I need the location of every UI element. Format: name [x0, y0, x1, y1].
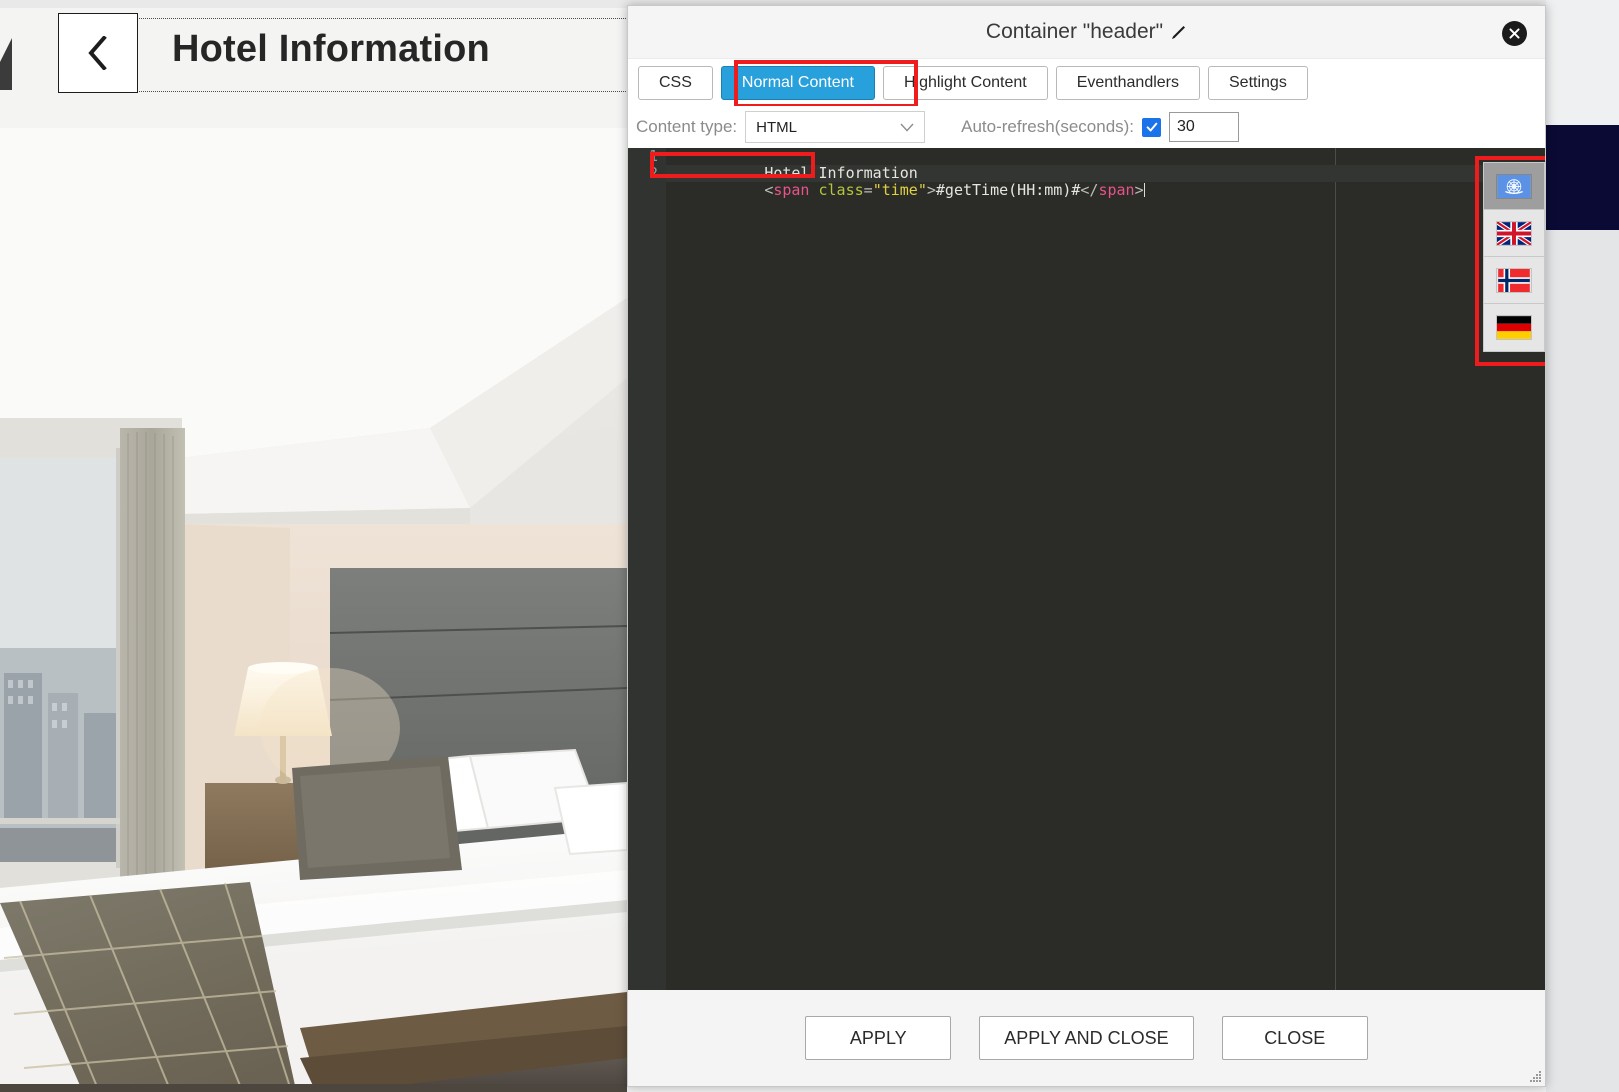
dialog-titlebar: Container "header"	[628, 6, 1545, 58]
editor-gutter: 1 2	[628, 148, 666, 990]
close-icon[interactable]	[1502, 21, 1527, 46]
editor-code-area[interactable]: Hotel Information <span class="time">#ge…	[666, 148, 1545, 990]
tab-normal-content[interactable]: Normal Content	[720, 65, 875, 100]
line-number: 2	[648, 164, 658, 182]
code-attr-name: class	[809, 181, 864, 199]
code-close-open-angle: </	[1080, 181, 1099, 199]
close-button[interactable]: CLOSE	[1221, 1016, 1368, 1060]
dialog-footer: APPLY APPLY AND CLOSE CLOSE	[628, 990, 1545, 1086]
code-editor[interactable]: 1 2 Hotel Information <span class="time"…	[628, 148, 1545, 990]
uk-flag-icon	[1496, 220, 1532, 246]
content-type-label: Content type:	[636, 117, 738, 136]
dialog-title-text: Container "header"	[985, 20, 1164, 43]
code-tag-open: span	[773, 181, 810, 199]
language-option-germany[interactable]	[1484, 304, 1544, 351]
chevron-down-icon	[900, 123, 914, 132]
tab-highlight-content[interactable]: Highlight Content	[882, 65, 1048, 100]
pencil-icon[interactable]	[1170, 24, 1187, 41]
hotel-room-photo	[0, 128, 627, 1092]
close-x-glyph	[1509, 28, 1520, 39]
code-line-1-text: Hotel Information	[764, 164, 918, 182]
auto-refresh-seconds-input[interactable]	[1169, 112, 1240, 142]
auto-refresh-label: Auto-refresh(seconds):	[961, 117, 1135, 136]
chevron-left-icon	[88, 36, 107, 70]
screen-root: Hotel Information Container "header" CSS…	[0, 0, 1619, 1092]
container-editor-dialog: Container "header" CSS Normal Content Hi…	[627, 5, 1546, 1087]
language-flag-rail	[1483, 162, 1545, 352]
germany-flag-icon	[1496, 315, 1532, 340]
un-flag-icon	[1496, 173, 1532, 199]
code-close-end-angle: >	[1134, 181, 1144, 199]
tab-settings[interactable]: Settings	[1208, 65, 1308, 100]
content-type-value: HTML	[756, 118, 797, 136]
text-cursor	[1143, 183, 1145, 197]
content-type-select[interactable]: HTML	[745, 111, 926, 143]
hotel-room-illustration	[0, 128, 627, 1092]
language-option-un[interactable]	[1484, 163, 1544, 210]
page-title: Hotel Information	[172, 28, 490, 70]
resize-grip-icon[interactable]	[1528, 1069, 1542, 1083]
apply-button[interactable]: APPLY	[805, 1016, 952, 1060]
dialog-title-row: Container "header"	[986, 20, 1187, 44]
navy-panel-block	[1546, 125, 1619, 230]
code-content-text: #getTime(HH:mm)#	[935, 181, 1081, 199]
language-option-norway[interactable]	[1484, 257, 1544, 304]
checkmark-icon	[1146, 122, 1157, 132]
norway-flag-icon	[1496, 267, 1532, 293]
code-line-1[interactable]: Hotel Information	[666, 148, 1545, 182]
code-close-angle: >	[926, 181, 936, 199]
right-background-strip-top	[1546, 0, 1619, 125]
tab-eventhandlers[interactable]: Eventhandlers	[1055, 65, 1200, 100]
line-number: 1	[648, 148, 658, 165]
code-tag-close: span	[1098, 181, 1135, 199]
back-button[interactable]	[58, 13, 138, 93]
auto-refresh-checkbox[interactable]	[1142, 117, 1162, 137]
tab-css[interactable]: CSS	[638, 65, 713, 100]
code-attr-value: "time"	[872, 181, 927, 199]
language-option-uk[interactable]	[1484, 210, 1544, 257]
code-open-angle: <	[764, 181, 774, 199]
apply-and-close-button[interactable]: APPLY AND CLOSE	[979, 1016, 1194, 1060]
dialog-tabbar: CSS Normal Content Highlight Content Eve…	[628, 58, 1545, 108]
triangle-logo-icon	[0, 38, 12, 90]
content-type-row: Content type: HTML Auto-refresh(seconds)…	[628, 106, 1545, 148]
code-equals: =	[863, 181, 873, 199]
